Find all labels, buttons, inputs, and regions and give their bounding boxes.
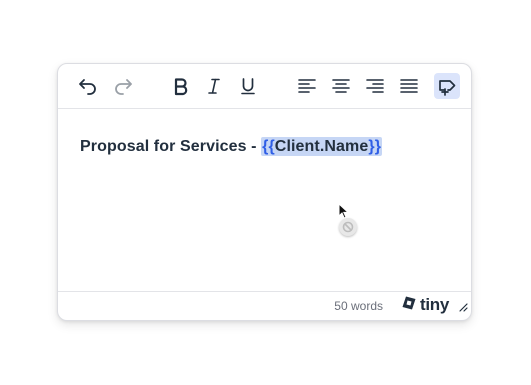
redo-icon: [113, 76, 133, 96]
align-left-button[interactable]: [294, 73, 320, 99]
align-justify-icon: [399, 76, 419, 96]
resize-handle-icon[interactable]: [458, 299, 468, 317]
align-center-icon: [331, 76, 351, 96]
align-left-icon: [297, 76, 317, 96]
underline-button[interactable]: [235, 73, 261, 99]
editor-statusbar: 50 words tiny: [58, 291, 471, 320]
undo-icon: [78, 76, 98, 96]
merge-tag-name: Client.Name: [274, 138, 369, 155]
redo-button[interactable]: [110, 73, 136, 99]
page-background: Proposal for Services - {{Client.Name}} …: [0, 0, 531, 385]
align-right-icon: [365, 76, 385, 96]
italic-icon: [204, 76, 224, 96]
tiny-brand-link[interactable]: tiny: [401, 296, 449, 314]
align-center-button[interactable]: [328, 73, 354, 99]
merge-tag-open-brace: {{: [262, 138, 275, 155]
undo-button[interactable]: [75, 73, 101, 99]
editor-content-area[interactable]: Proposal for Services - {{Client.Name}}: [58, 109, 471, 293]
justify-button[interactable]: [396, 73, 422, 99]
merge-tag-icon: [437, 76, 457, 96]
paragraph-text: Proposal for Services -: [80, 138, 262, 155]
bold-button[interactable]: [168, 73, 194, 99]
editor-toolbar: [58, 64, 471, 109]
insert-merge-tag-button[interactable]: [434, 73, 460, 99]
merge-tag[interactable]: {{Client.Name}}: [261, 137, 383, 156]
rich-text-editor: Proposal for Services - {{Client.Name}} …: [57, 63, 472, 321]
word-count[interactable]: 50 words: [334, 299, 383, 313]
no-drop-icon: [339, 218, 357, 236]
tiny-brand-text: tiny: [420, 295, 450, 314]
bold-icon: [171, 76, 191, 96]
document-paragraph[interactable]: Proposal for Services - {{Client.Name}}: [80, 136, 383, 158]
underline-icon: [238, 76, 258, 96]
italic-button[interactable]: [201, 73, 227, 99]
align-right-button[interactable]: [362, 73, 388, 99]
tiny-logo-icon: [401, 295, 417, 316]
merge-tag-close-brace: }}: [368, 138, 382, 155]
